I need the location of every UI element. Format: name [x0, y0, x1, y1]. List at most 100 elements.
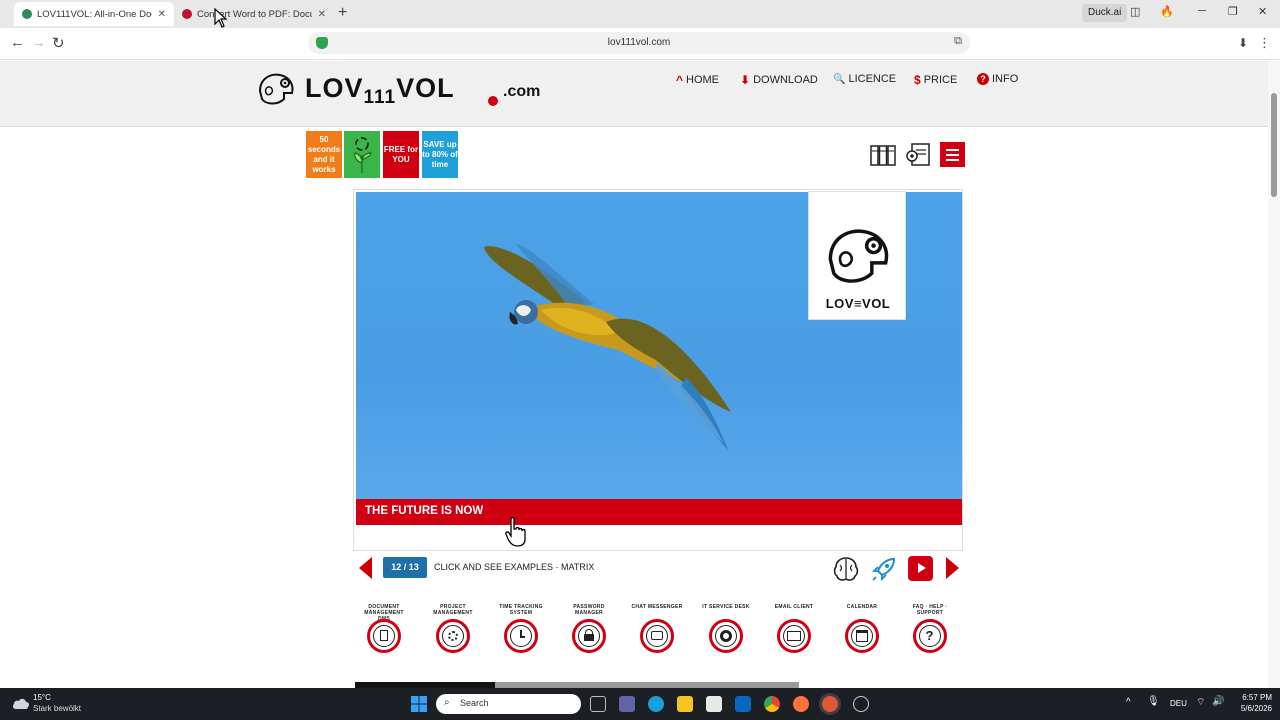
play-slideshow-button[interactable] [908, 556, 933, 581]
firefox-icon[interactable] [793, 696, 809, 712]
rocket-icon[interactable] [870, 555, 898, 583]
more-menu-icon[interactable]: ⋮ [1258, 35, 1271, 51]
slide-caption-bar[interactable]: THE FUTURE IS NOW [356, 499, 962, 525]
close-window-icon[interactable]: ✕ [1258, 5, 1267, 18]
nav-price[interactable]: $ PRICE [914, 73, 957, 87]
search-icon: 🔍 [833, 73, 846, 85]
sidebar-toggle-icon[interactable]: ◫ [1130, 5, 1140, 18]
nav-info[interactable]: ? INFO [977, 73, 1018, 85]
module-caption: CHAT MESSENGER [631, 604, 683, 610]
module-it-service-desk[interactable]: IT SERVICE DESK [700, 604, 752, 662]
module-caption: PROJECT MANAGEMENT [433, 604, 473, 616]
url-text: lov111vol.com [607, 37, 671, 48]
back-icon[interactable]: ← [10, 34, 25, 51]
task-view-icon[interactable] [590, 696, 606, 712]
site-header: LOV111VOL .com ^ HOME ⬇ DOWNLOAD 🔍 LICEN… [0, 61, 1268, 127]
tab-lov111vol[interactable]: LOV111VOL: All-in-One Docum ✕ [14, 2, 174, 26]
download-icon[interactable]: ⬇ [1238, 36, 1248, 50]
page-scrollbar[interactable] [1268, 61, 1280, 688]
brand-dot [488, 96, 498, 106]
recycle-plant-icon [344, 131, 380, 178]
slide-brand-logo: LOV≡VOL [808, 191, 906, 320]
address-bar[interactable]: lov111vol.com ⧉ [308, 32, 970, 54]
chameleon-logo-icon [828, 229, 889, 283]
teams-icon[interactable] [619, 696, 635, 712]
nav-licence[interactable]: 🔍 LICENCE [833, 73, 896, 85]
module-caption: PASSWORD MANAGER [573, 604, 605, 616]
fire-icon[interactable]: 🔥 [1160, 5, 1174, 18]
next-slide-arrow-icon[interactable] [946, 557, 959, 579]
nav-home[interactable]: ^ HOME [676, 73, 719, 87]
binders-icon[interactable] [870, 143, 896, 167]
gears-icon [442, 625, 464, 647]
settings-gear-icon[interactable] [853, 696, 869, 712]
outlook-icon[interactable] [735, 696, 751, 712]
hamburger-menu-button[interactable] [940, 142, 965, 167]
taskbar-search-label: Search [460, 698, 489, 708]
chameleon-logo-icon[interactable] [254, 69, 298, 109]
module-caption: IT SERVICE DESK [702, 604, 750, 610]
duckduckgo-icon[interactable] [822, 696, 838, 712]
info-question-icon: ? [977, 73, 989, 85]
clock-icon [510, 625, 532, 647]
lov111vol-favicon-icon [22, 9, 32, 19]
module-password-manager[interactable]: PASSWORD MANAGER [563, 604, 615, 662]
tab-convert-word[interactable]: Convert Word to PDF: Docume ✕ [174, 2, 334, 26]
brain-icon[interactable] [832, 555, 860, 583]
module-caption: CALENDAR [846, 604, 878, 610]
module-faq-help-support[interactable]: FAQ · HELP · SUPPORT ? [904, 604, 956, 662]
windows-start-icon[interactable] [411, 696, 427, 712]
network-icon[interactable]: ⌔ [1196, 696, 1205, 709]
clock-date[interactable]: 5/6/2026 [1234, 704, 1272, 713]
module-project-management[interactable]: PROJECT MANAGEMENT [427, 604, 479, 662]
module-document-management[interactable]: DOCUMENT MANAGEMENT DMS [358, 604, 410, 662]
taskbar-search-box[interactable]: ⌕ Search [436, 694, 581, 714]
badge-free: FREE for YOU [383, 131, 419, 178]
module-email-client[interactable]: EMAIL CLIENT [768, 604, 820, 662]
scrollbar-thumb[interactable] [1271, 93, 1277, 197]
pdf-favicon-icon [182, 9, 192, 19]
microphone-icon[interactable]: 🎙 [1147, 696, 1160, 707]
share-icon[interactable]: ⧉ [954, 35, 962, 48]
module-calendar[interactable]: CALENDAR [836, 604, 888, 662]
windows-taskbar: 15°C Stark bewölkt ⌕ Search ^ 🎙 DEU ⌔ 🔊 … [0, 688, 1280, 720]
new-tab-icon[interactable]: + [338, 4, 347, 22]
question-icon: ? [919, 625, 941, 647]
slide-caption: THE FUTURE IS NOW [365, 505, 484, 517]
brand-name[interactable]: LOV111VOL [305, 73, 455, 108]
minimize-icon[interactable]: ─ [1198, 5, 1206, 17]
close-tab-icon[interactable]: ✕ [158, 9, 166, 20]
store-icon[interactable] [706, 696, 722, 712]
forward-icon[interactable]: → [31, 34, 46, 51]
hand-cursor-icon [505, 517, 526, 547]
keyboard-language[interactable]: DEU [1170, 699, 1187, 708]
reload-icon[interactable]: ↻ [52, 34, 65, 52]
hero-slideshow[interactable]: LOV≡VOL THE FUTURE IS NOW [353, 189, 963, 551]
arrow-cursor-icon [214, 8, 228, 28]
volume-icon[interactable]: 🔊 [1212, 696, 1224, 707]
file-explorer-icon[interactable] [677, 696, 693, 712]
chat-icon [646, 625, 668, 647]
badge-save-time: SAVE up to 80% of time [422, 131, 458, 178]
envelope-icon [783, 625, 805, 647]
module-chat-messenger[interactable]: CHAT MESSENGER [631, 604, 683, 662]
home-caret-icon: ^ [676, 73, 684, 87]
badge-50-seconds: 50 seconds and it works [306, 131, 342, 178]
slide-counter: 12 / 13 [383, 557, 427, 578]
slide-logo-text: LOV≡VOL [825, 296, 891, 311]
duck-ai-button[interactable]: Duck.ai [1082, 4, 1128, 22]
cloud-weather-icon[interactable] [12, 696, 30, 710]
module-caption: TIME TRACKING SYSTEM [499, 604, 543, 616]
weather-description: Stark bewölkt [33, 704, 82, 713]
restore-icon[interactable]: ❐ [1228, 5, 1238, 18]
document-settings-icon[interactable] [905, 142, 931, 168]
chrome-icon[interactable] [764, 696, 780, 712]
close-tab-icon[interactable]: ✕ [318, 9, 326, 20]
module-time-tracking[interactable]: TIME TRACKING SYSTEM [495, 604, 547, 662]
clock-time[interactable]: 6:57 PM [1234, 693, 1272, 702]
edge-icon[interactable] [648, 696, 664, 712]
tray-chevron-up-icon[interactable]: ^ [1126, 697, 1131, 708]
nav-download[interactable]: ⬇ DOWNLOAD [740, 73, 818, 87]
examples-link[interactable]: CLICK AND SEE EXAMPLES · MATRIX [434, 562, 594, 572]
previous-slide-arrow-icon[interactable] [359, 557, 372, 579]
